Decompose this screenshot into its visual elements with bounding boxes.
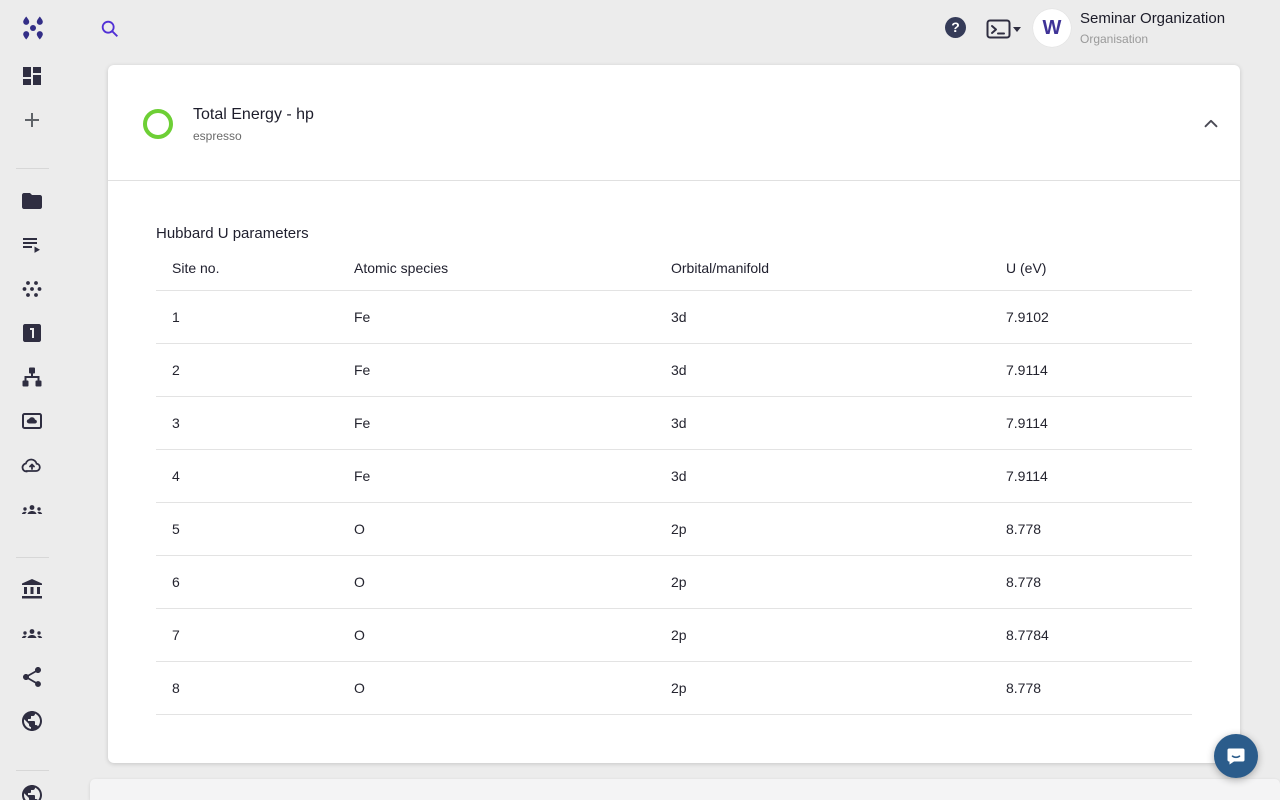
share-icon[interactable] <box>20 665 44 689</box>
console-dropdown-icon[interactable] <box>986 18 1022 39</box>
table-cell: 3d <box>671 290 1006 343</box>
status-ring-icon <box>143 109 173 139</box>
user-avatar[interactable]: W <box>1033 9 1071 47</box>
help-icon[interactable]: ? <box>945 17 966 38</box>
table-cell: 6 <box>156 555 354 608</box>
team-icon[interactable] <box>20 497 44 521</box>
sidebar-divider <box>16 770 49 771</box>
table-cell: 5 <box>156 502 354 555</box>
looks-one-icon[interactable] <box>20 321 44 345</box>
brand-logo-icon[interactable] <box>19 14 47 42</box>
next-card-peek[interactable] <box>90 779 1280 800</box>
table-cell: 4 <box>156 449 354 502</box>
table-row: 2Fe3d7.9114 <box>156 343 1192 396</box>
table-cell: 2p <box>671 555 1006 608</box>
globe-icon[interactable] <box>20 709 44 733</box>
table-cell: 2p <box>671 502 1006 555</box>
table-row: 5O2p8.778 <box>156 502 1192 555</box>
atoms-cluster-icon[interactable] <box>20 277 44 301</box>
chevron-up-icon[interactable] <box>1200 113 1222 135</box>
sidebar-divider <box>16 168 49 169</box>
table-cell: 3 <box>156 396 354 449</box>
table-cell: 3d <box>671 449 1006 502</box>
topbar: ? W Seminar Organization Organisation <box>0 0 1280 57</box>
table-cell: O <box>354 555 671 608</box>
result-card: Total Energy - hp espresso Hubbard U par… <box>108 65 1240 763</box>
table-cell: 7.9114 <box>1006 396 1192 449</box>
table-cell: 2p <box>671 661 1006 714</box>
org-subtitle: Organisation <box>1080 31 1225 47</box>
add-icon[interactable] <box>20 108 44 132</box>
table-row: 4Fe3d7.9114 <box>156 449 1192 502</box>
column-header: Atomic species <box>354 247 671 290</box>
table-cell: 8.7784 <box>1006 608 1192 661</box>
table-cell: Fe <box>354 343 671 396</box>
hubbard-table-head: Site no.Atomic speciesOrbital/manifoldU … <box>156 247 1192 290</box>
sidebar-divider <box>16 557 49 558</box>
table-cell: 7.9114 <box>1006 449 1192 502</box>
chat-launcher-icon[interactable] <box>1214 734 1258 778</box>
table-row: 1Fe3d7.9102 <box>156 290 1192 343</box>
table-cell: 1 <box>156 290 354 343</box>
column-header: Site no. <box>156 247 354 290</box>
people-icon[interactable] <box>20 621 44 645</box>
bank-icon[interactable] <box>20 577 44 601</box>
table-cell: Fe <box>354 396 671 449</box>
org-name: Seminar Organization <box>1080 9 1225 29</box>
table-row: 3Fe3d7.9114 <box>156 396 1192 449</box>
column-header: Orbital/manifold <box>671 247 1006 290</box>
table-cell: 3d <box>671 343 1006 396</box>
jobs-list-icon[interactable] <box>20 233 44 257</box>
table-cell: 7.9102 <box>1006 290 1192 343</box>
workflow-tree-icon[interactable] <box>20 365 44 389</box>
table-cell: O <box>354 502 671 555</box>
dashboard-icon[interactable] <box>20 64 44 88</box>
card-title: Total Energy - hp <box>193 104 314 126</box>
hubbard-table: Site no.Atomic speciesOrbital/manifoldU … <box>156 247 1192 715</box>
account-switcher[interactable]: Seminar Organization Organisation <box>1080 9 1225 47</box>
folder-icon[interactable] <box>20 189 44 213</box>
card-subtitle: espresso <box>193 128 242 144</box>
table-cell: 3d <box>671 396 1006 449</box>
table-cell: 2 <box>156 343 354 396</box>
table-cell: 8 <box>156 661 354 714</box>
column-header: U (eV) <box>1006 247 1192 290</box>
section-label: Hubbard U parameters <box>156 225 309 242</box>
table-cell: 8.778 <box>1006 661 1192 714</box>
table-cell: O <box>354 661 671 714</box>
table-row: 6O2p8.778 <box>156 555 1192 608</box>
sidebar-nav <box>0 57 65 800</box>
table-cell: Fe <box>354 290 671 343</box>
hubbard-table-body: 1Fe3d7.91022Fe3d7.91143Fe3d7.91144Fe3d7.… <box>156 290 1192 714</box>
table-header-row: Site no.Atomic speciesOrbital/manifoldU … <box>156 247 1192 290</box>
search-icon[interactable] <box>99 18 121 40</box>
table-row: 8O2p8.778 <box>156 661 1192 714</box>
table-cell: 8.778 <box>1006 502 1192 555</box>
app-root: { "topbar": { "org_name": "Seminar Organ… <box>0 0 1280 800</box>
table-cell: Fe <box>354 449 671 502</box>
result-card-header[interactable]: Total Energy - hp espresso <box>108 65 1240 181</box>
table-cell: 2p <box>671 608 1006 661</box>
table-cell: 7.9114 <box>1006 343 1192 396</box>
table-cell: O <box>354 608 671 661</box>
table-cell: 8.778 <box>1006 555 1192 608</box>
globe-partial-icon[interactable] <box>20 783 44 800</box>
table-row: 7O2p8.7784 <box>156 608 1192 661</box>
table-cell: 7 <box>156 608 354 661</box>
image-card-icon[interactable] <box>20 409 44 433</box>
cloud-upload-icon[interactable] <box>20 453 44 477</box>
